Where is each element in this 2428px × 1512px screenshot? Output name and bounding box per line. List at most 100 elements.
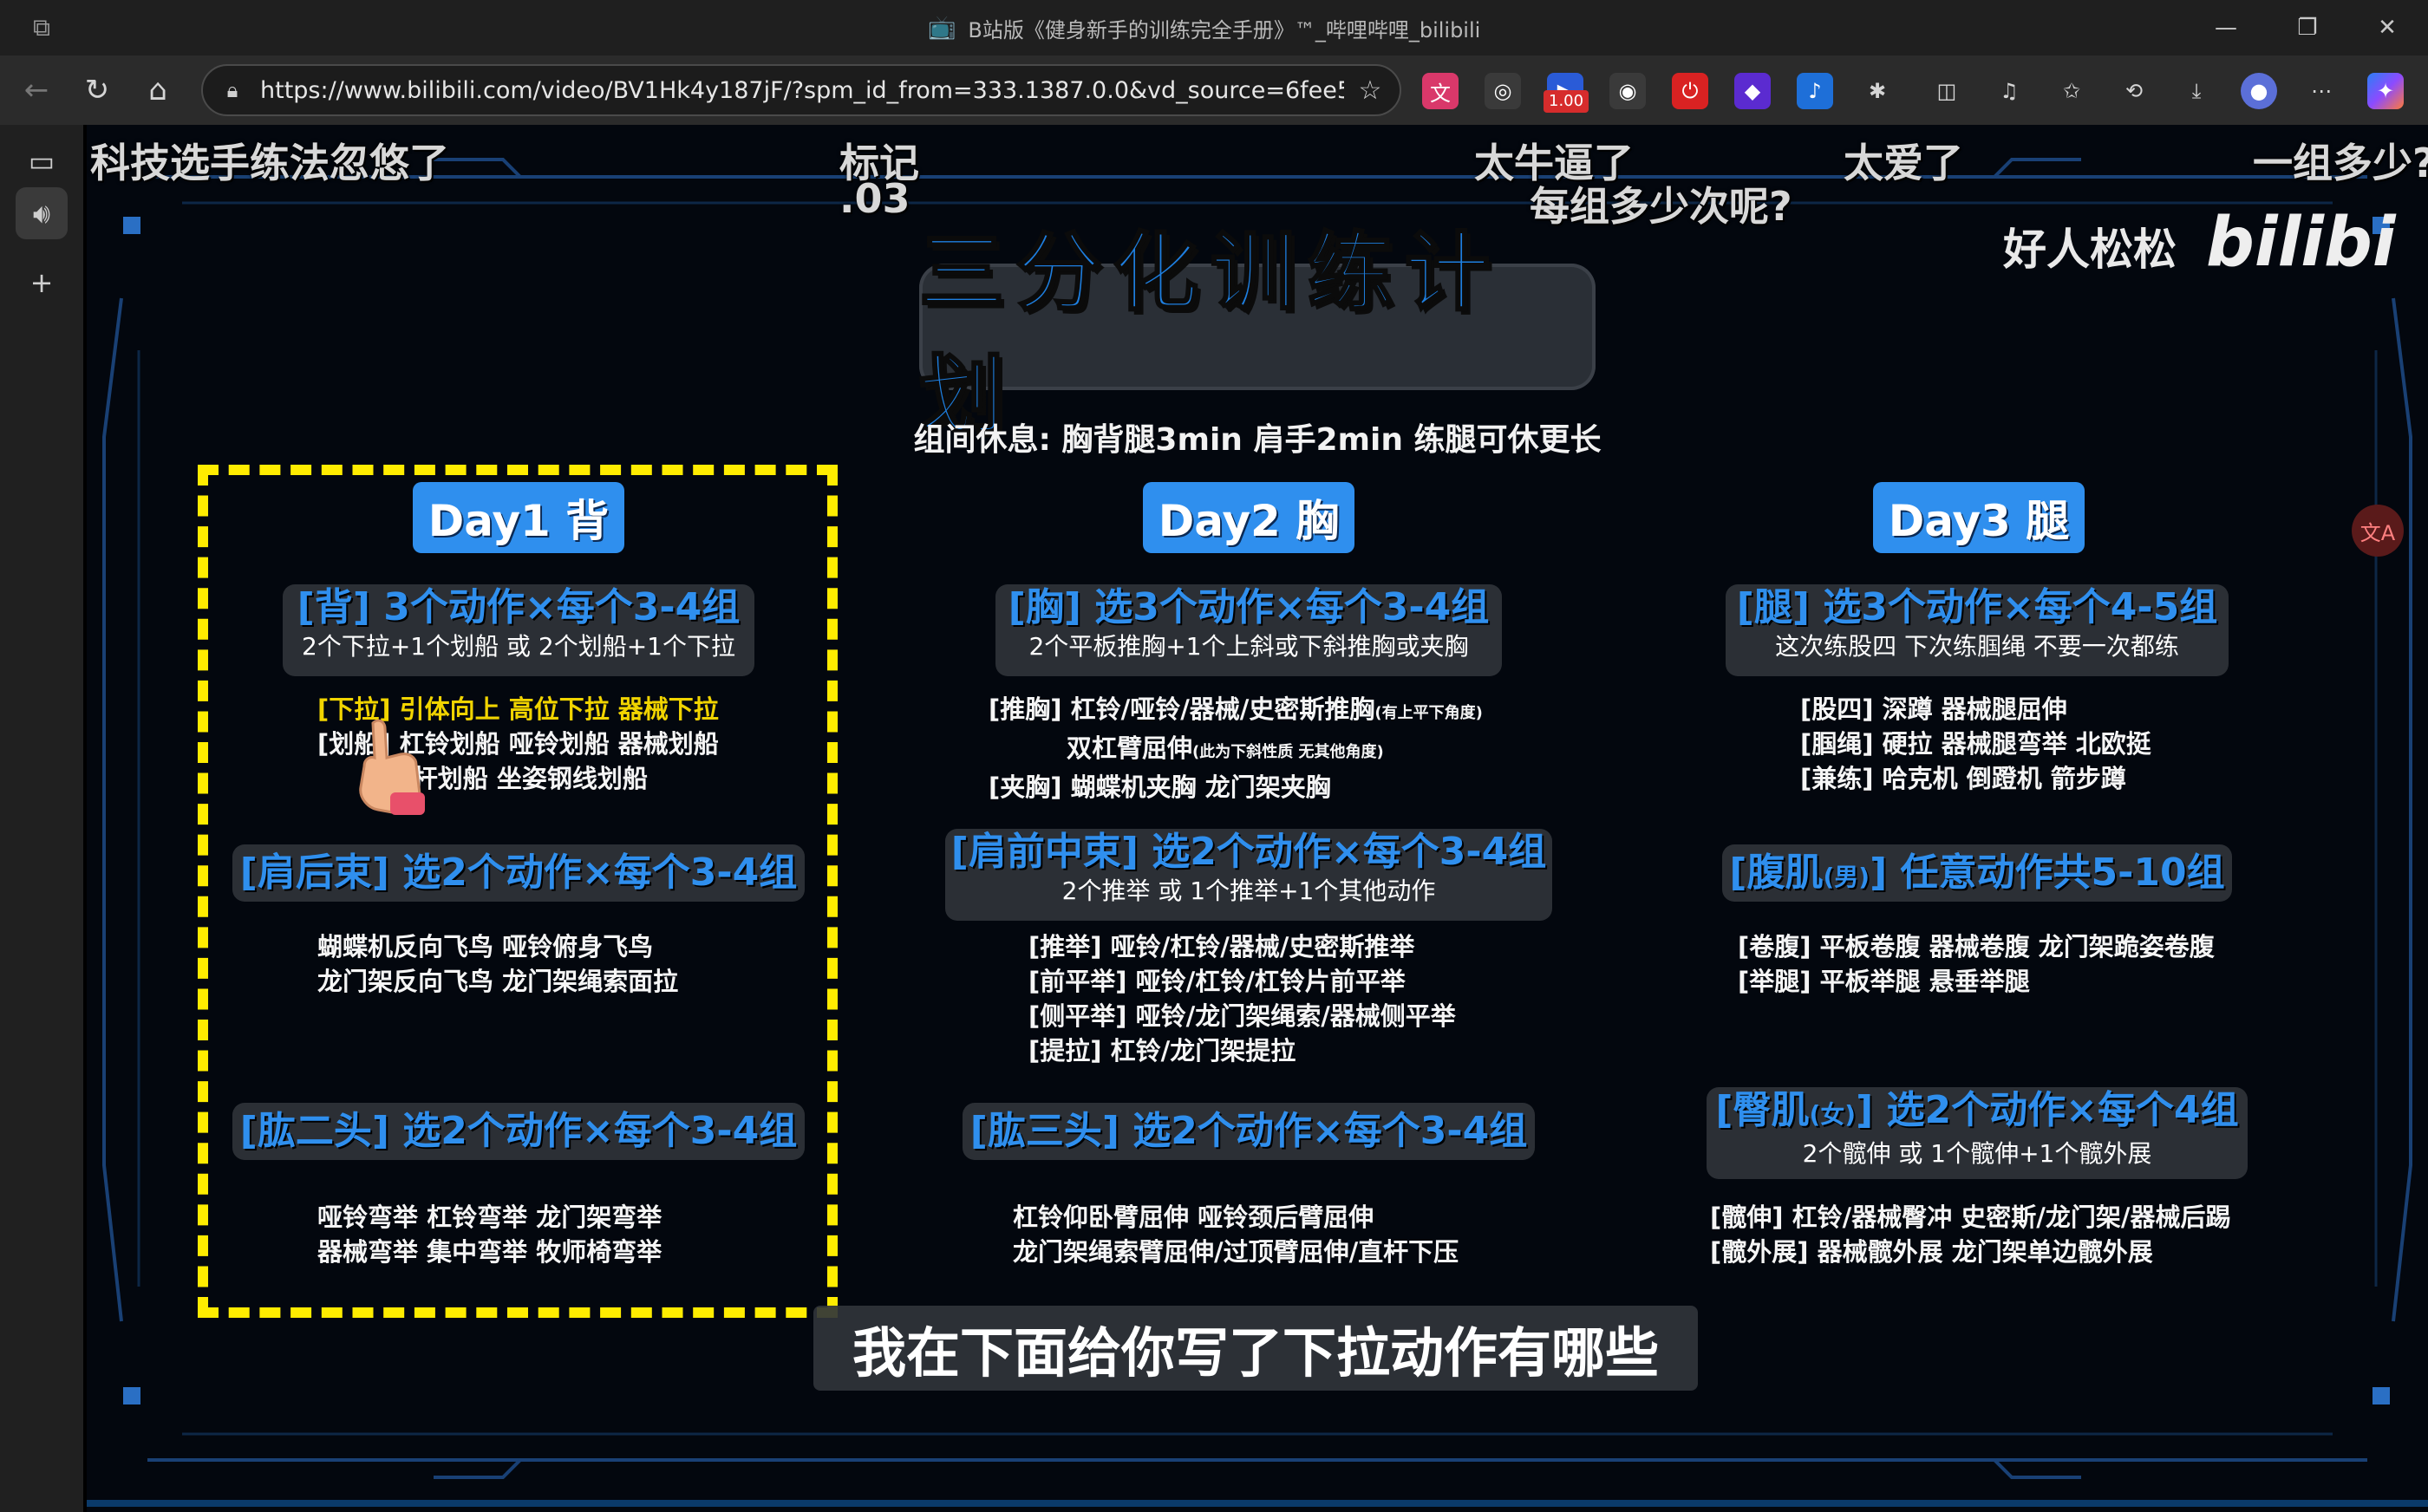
split-screen-icon[interactable]: ◫ (1929, 73, 1965, 109)
favorites-icon[interactable]: ✩ (2053, 73, 2090, 109)
reader-glasses-icon[interactable]: ◎ (1485, 73, 1521, 109)
exercise-line: 哑铃弯举 杠铃弯举 龙门架弯举 (317, 1202, 662, 1232)
danmaku-comment: 一组多少? (2253, 140, 2428, 186)
main-title: 三分化训练计划 (918, 223, 1503, 447)
bilibili-logo: bilibili (2206, 204, 2397, 282)
exercise-line: [提拉] 杠铃/龙门架提拉 (1028, 1036, 1296, 1066)
back-button[interactable]: ← (16, 69, 57, 111)
svg-text:bilibili: bilibili (2206, 204, 2397, 282)
window-title-text: B站版《健身新手的训练完全手册》™_哔哩哔哩_bilibili (968, 17, 1481, 42)
browser-toolbar: ← ↻ ⌂ 🔒︎ ☆ 文 ◎ ▶ ◉ ⏻ ◆ ♪ ✱ ◫ ♫ ✩ ⟲ ⤓ ● ⋯… (0, 55, 2428, 125)
refresh-button[interactable]: ↻ (76, 69, 118, 111)
section-subheading: 2个推举 或 1个推举+1个其他动作 (1061, 877, 1436, 905)
home-button[interactable]: ⌂ (137, 69, 179, 111)
section-heading: [肱三头] 选2个动作×每个3-4组 (969, 1109, 1528, 1153)
profile-avatar[interactable]: ● (2241, 73, 2277, 109)
exercise-line: [举腿] 平板举腿 悬垂举腿 (1738, 967, 2030, 996)
day3-pill: Day3 腿 (1873, 482, 2085, 553)
day3-leg-section: [腿] 选3个动作×每个4-5组 这次练股四 下次练腘绳 不要一次都练 (1726, 584, 2229, 676)
danmaku-comment: 科技选手练法忽悠了 (90, 140, 449, 186)
section-heading: [肩前中束] 选2个动作×每个3-4组 (950, 830, 1547, 874)
gem-extension-icon[interactable]: ◆ (1734, 73, 1771, 109)
section-heading: [腹肌(男)] 任意动作共5-10组 (1729, 850, 2225, 895)
new-tab-icon[interactable]: + (16, 257, 68, 309)
exercise-line: 蝴蝶机反向飞鸟 哑铃俯身飞鸟 (317, 932, 654, 961)
extensions-puzzle-icon[interactable]: ✱ (1859, 73, 1896, 109)
speed-badge: 1.00 (1544, 90, 1589, 113)
day3-glute-exercises: [髋伸] 杠铃/器械臀冲 史密斯/龙门架/器械后踢 [髋外展] 器械髋外展 龙门… (1710, 1200, 2230, 1269)
day2-triceps-exercises: 杠铃仰卧臂屈伸 哑铃颈后臂屈伸 龙门架绳索臂屈伸/过顶臂屈伸/直杆下压 (1013, 1200, 1459, 1269)
exercise-line: [兼练] 哈克机 倒蹬机 箭步蹲 (1800, 764, 2126, 793)
url-input[interactable] (260, 76, 1344, 106)
day1-pill: Day1 背 (413, 482, 624, 553)
day3-glute-section: [臀肌(女)] 选2个动作×每个4组 2个髋伸 或 1个髋伸+1个髋外展 (1707, 1087, 2248, 1179)
exercise-line: [髋伸] 杠铃/器械臀冲 史密斯/龙门架/器械后踢 (1710, 1202, 2231, 1232)
main-title-banner: 三分化训练计划 (918, 223, 1596, 447)
exercise-line: 器械弯举 集中弯举 牧师椅弯举 (317, 1237, 662, 1267)
exercise-line: 龙门架反向飞鸟 龙门架绳索面拉 (317, 967, 679, 996)
day2-chest-exercises: [推胸] 杠铃/哑铃/器械/史密斯推胸(有上平下角度) 双杠臂屈伸(此为下斜性质… (989, 692, 1483, 805)
day1-biceps-exercises: 哑铃弯举 杠铃弯举 龙门架弯举 器械弯举 集中弯举 牧师椅弯举 (317, 1200, 662, 1269)
section-heading: [肩后束] 选2个动作×每个3-4组 (239, 850, 798, 895)
favorite-star-icon[interactable]: ☆ (1354, 75, 1386, 106)
video-player[interactable]: 科技选手练法忽悠了 标记 .03 太牛逼了 每组多少次呢? 太爱了 一组多少? … (87, 125, 2428, 1512)
day1-rear-delt-section: [肩后束] 选2个动作×每个3-4组 (232, 844, 805, 902)
day1-rear-delt-exercises: 蝴蝶机反向飞鸟 哑铃俯身飞鸟 龙门架反向飞鸟 龙门架绳索面拉 (317, 929, 678, 999)
music-extension-icon[interactable]: ♪ (1797, 73, 1833, 109)
close-button[interactable]: ✕ (2367, 9, 2407, 47)
day2-shoulder-exercises: [推举] 哑铃/杠铃/器械/史密斯推举 [前平举] 哑铃/杠铃/杠铃片前平举 [… (1028, 929, 1456, 1068)
day2-triceps-section: [肱三头] 选2个动作×每个3-4组 (963, 1103, 1535, 1160)
exercise-line: 龙门架绳索臂屈伸/过顶臂屈伸/直杆下压 (1013, 1237, 1459, 1267)
uploader-watermark: 好人松松 (2003, 225, 2177, 275)
progress-bar[interactable] (87, 1500, 2428, 1507)
translate-icon[interactable]: 文A (2352, 505, 2404, 557)
day2-chest-section: [胸] 选3个动作×每个3-4组 2个平板推胸+1个上斜或下斜推胸或夹胸 (995, 584, 1502, 676)
read-aloud-icon[interactable]: ♫ (1991, 73, 2027, 109)
spy-extension-icon[interactable]: ◉ (1609, 73, 1646, 109)
day1-back-section: [背] 3个动作×每个3-4组 2个下拉+1个划船 或 2个划船+1个下拉 (283, 584, 754, 676)
day3-leg-exercises: [股四] 深蹲 器械腿屈伸 [腘绳] 硬拉 器械腿弯举 北欧挺 [兼练] 哈克机… (1800, 692, 2151, 796)
exercise-line: [前平举] 哑铃/杠铃/杠铃片前平举 (1028, 967, 1406, 996)
history-icon[interactable]: ⟲ (2116, 73, 2152, 109)
section-subheading: 2个平板推胸+1个上斜或下斜推胸或夹胸 (1028, 632, 1469, 661)
maximize-button[interactable]: ❐ (2288, 9, 2327, 47)
minimize-button[interactable]: — (2206, 9, 2246, 47)
exercise-line: [卷腹] 平板卷腹 器械卷腹 龙门架跪姿卷腹 (1738, 932, 2215, 961)
copilot-icon[interactable]: ✦ (2367, 73, 2404, 109)
lock-icon[interactable]: 🔒︎ (219, 76, 246, 104)
section-heading: [背] 3个动作×每个3-4组 (297, 585, 741, 629)
more-menu-icon[interactable]: ⋯ (2303, 73, 2340, 109)
danmaku-comment: 太爱了 (1844, 140, 1963, 186)
section-subheading: 2个髋伸 或 1个髋伸+1个髋外展 (1802, 1139, 2152, 1168)
exercise-line: [髋外展] 器械髋外展 龙门架单边髋外展 (1710, 1237, 2153, 1267)
address-bar[interactable]: 🔒︎ ☆ (201, 64, 1401, 116)
section-subheading: 这次练股四 下次练腘绳 不要一次都练 (1775, 632, 2179, 661)
day2-shoulder-section: [肩前中束] 选2个动作×每个3-4组 2个推举 或 1个推举+1个其他动作 (945, 829, 1552, 921)
rest-note: 组间休息: 胸背腿3min 肩手2min 练腿可休更长 (913, 422, 1602, 458)
audio-tab-icon[interactable]: 🔊︎ (16, 187, 68, 239)
window-title: 📺 B站版《健身新手的训练完全手册》™_哔哩哔哩_bilibili (928, 14, 1480, 42)
title-bar: ⧉ 📺 B站版《健身新手的训练完全手册》™_哔哩哔哩_bilibili — ❐ … (0, 0, 2428, 55)
danmaku-comment: .03 (839, 175, 910, 222)
bilibili-tab-icon: 📺 (928, 15, 956, 41)
exercise-line: [夹胸] 蝴蝶机夹胸 龙门架夹胸 (989, 772, 1331, 802)
workspaces-icon[interactable]: ⧉ (26, 12, 57, 43)
video-subtitle: 我在下面给你写了下拉动作有哪些 (813, 1306, 1698, 1391)
exercise-line: [侧平举] 哑铃/龙门架绳索/器械侧平举 (1028, 1001, 1456, 1031)
vertical-sidebar: ▭ 🔊︎ + (0, 125, 83, 1512)
power-extension-icon[interactable]: ⏻ (1672, 73, 1708, 109)
tab-actions-icon[interactable]: ▭ (16, 135, 68, 187)
exercise-line: 杠铃仰卧臂屈伸 哑铃颈后臂屈伸 (1013, 1202, 1374, 1232)
exercise-line: 双杠臂屈伸(此为下斜性质 无其他角度) (1067, 733, 1384, 763)
day3-abs-exercises: [卷腹] 平板卷腹 器械卷腹 龙门架跪姿卷腹 [举腿] 平板举腿 悬垂举腿 (1738, 929, 2215, 999)
section-heading: [臀肌(女)] 选2个动作×每个4组 (1715, 1088, 2239, 1132)
section-subheading: 2个下拉+1个划船 或 2个划船+1个下拉 (302, 632, 735, 661)
pointing-hand-icon (359, 719, 425, 815)
translate-extension-icon[interactable]: 文 (1422, 73, 1459, 109)
day3-abs-section: [腹肌(男)] 任意动作共5-10组 (1722, 844, 2232, 902)
section-heading: [胸] 选3个动作×每个3-4组 (1008, 585, 1490, 629)
section-heading: [腿] 选3个动作×每个4-5组 (1736, 585, 2218, 629)
exercise-line: [股四] 深蹲 器械腿屈伸 (1800, 694, 2067, 724)
downloads-icon[interactable]: ⤓ (2178, 73, 2215, 109)
day1-biceps-section: [肱二头] 选2个动作×每个3-4组 (232, 1103, 805, 1160)
